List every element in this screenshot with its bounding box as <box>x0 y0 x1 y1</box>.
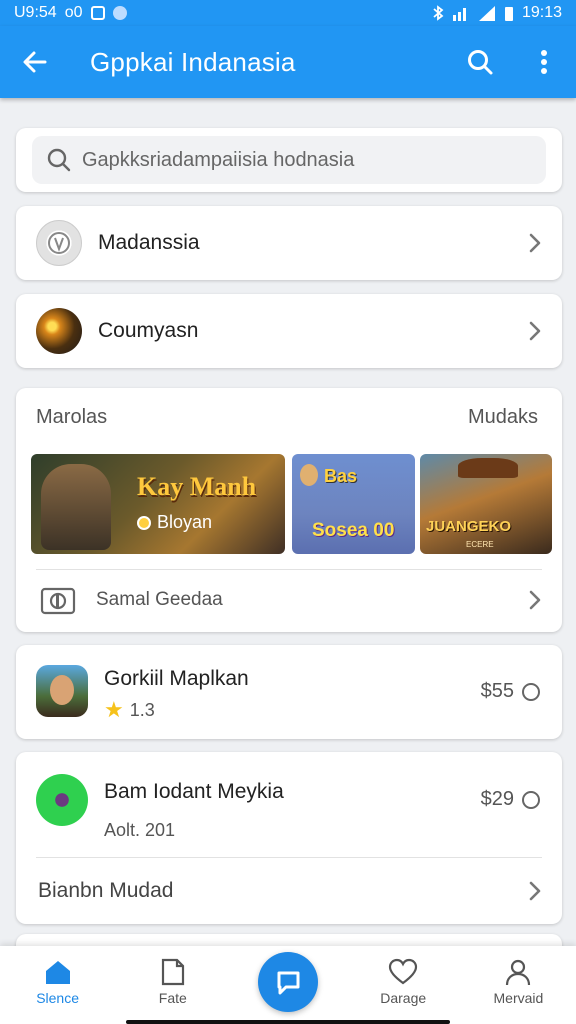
app-name[interactable]: Bam Iodant Meykia <box>104 780 284 804</box>
banner-tag: ECERE <box>466 540 494 549</box>
search-button[interactable] <box>448 26 512 98</box>
heart-icon <box>389 958 418 985</box>
search-icon <box>47 148 71 172</box>
nav-fate[interactable]: Fate <box>115 946 230 1024</box>
section-header: Marolas Mudaks <box>36 406 538 429</box>
page-title: Gppkai Indanasia <box>90 46 296 77</box>
banner-sub: Bloyan <box>137 512 212 533</box>
search-card <box>16 128 562 192</box>
status-dot-icon <box>112 6 127 20</box>
app-rating: ★ 1.3 <box>104 697 155 723</box>
app-bar: Gppkai Indanasia <box>0 26 576 98</box>
app-icon[interactable] <box>36 774 88 826</box>
chevron-right-icon <box>529 321 541 341</box>
list-row-madanssia[interactable]: Madanssia <box>16 206 562 280</box>
avatar <box>36 220 82 266</box>
chat-icon <box>277 971 300 995</box>
nav-mervaid[interactable]: Mervaid <box>461 946 576 1024</box>
home-indicator <box>126 1020 450 1024</box>
app-bar-actions <box>448 26 576 98</box>
banner-headline: Kay Manh <box>137 472 257 501</box>
nav-label: Mervaid <box>493 990 544 1006</box>
chevron-right-icon <box>529 233 541 253</box>
nav-label: Darage <box>380 990 427 1006</box>
home-icon <box>45 961 70 984</box>
signal-2-icon <box>478 6 495 21</box>
list-row-coumyasn[interactable]: Coumyasn <box>16 294 562 368</box>
center-action-button[interactable] <box>258 952 318 1012</box>
banner-sub-text: Bloyan <box>157 512 213 532</box>
row-label: Coumyasn <box>98 319 199 342</box>
character-face <box>300 464 318 486</box>
search-icon <box>468 50 493 75</box>
section-footer-label: Samal Geedaa <box>96 589 223 610</box>
nav-label: Fate <box>158 990 187 1006</box>
badge-icon <box>48 232 70 254</box>
radio-button[interactable] <box>522 790 540 809</box>
section-more-link[interactable]: Mudaks <box>468 406 538 429</box>
character-hat <box>458 458 518 478</box>
banner-3[interactable]: JUANGEKO ECERE <box>420 454 552 554</box>
chevron-right-icon <box>529 881 541 901</box>
status-left: U9:54 o0 <box>14 4 127 22</box>
app-icon <box>36 665 88 717</box>
nav-home[interactable]: Slence <box>0 946 115 1024</box>
status-right: 19:13 <box>432 4 562 22</box>
coin-icon <box>137 515 151 530</box>
bluetooth-icon <box>433 5 444 21</box>
row-label: Madanssia <box>98 231 200 254</box>
nav-darage[interactable]: Darage <box>346 946 461 1024</box>
search-input[interactable] <box>82 148 522 172</box>
signal-icon <box>452 8 466 21</box>
star-icon: ★ <box>104 697 124 722</box>
section-footer-row[interactable]: Samal Geedaa <box>40 578 544 622</box>
banner-1[interactable]: Kay Manh Bloyan <box>31 454 285 554</box>
app-price: $55 <box>481 680 540 703</box>
app-footer-label: Bianbn Mudad <box>38 879 174 902</box>
nav-center[interactable] <box>230 946 345 1024</box>
nav-label: Slence <box>36 990 79 1006</box>
banner-title: JUANGEKO <box>426 518 512 535</box>
price-value: $29 <box>480 788 514 810</box>
rating-value: 1.3 <box>129 699 155 720</box>
notification-icon <box>90 6 105 20</box>
more-vertical-icon <box>541 50 547 74</box>
banner-bottom-text: Sosea 00 <box>312 520 395 541</box>
app-footer-row[interactable]: Bianbn Mudad <box>38 867 544 915</box>
price-value: $55 <box>480 680 514 702</box>
battery-icon <box>504 7 513 21</box>
radio-button[interactable] <box>522 682 540 701</box>
app-name: Gorkiil Maplkan <box>104 667 249 690</box>
app-item-gorkiil[interactable]: Gorkiil Maplkan ★ 1.3 $55 <box>16 645 562 739</box>
document-icon <box>161 958 184 986</box>
more-button[interactable] <box>512 26 576 98</box>
status-bar: U9:54 o0 19:13 <box>0 0 576 26</box>
app-sub: Aolt. 201 <box>104 820 176 840</box>
banner-top-text: Bas <box>324 466 358 486</box>
soldier-figure <box>41 464 111 550</box>
status-text: U9:54 <box>14 4 57 21</box>
person-icon <box>506 959 531 986</box>
avatar <box>36 308 82 354</box>
status-time: 19:13 <box>521 4 562 21</box>
arrow-left-icon <box>23 51 47 73</box>
app-price: $29 <box>481 788 540 811</box>
section-title: Marolas <box>36 406 108 428</box>
search-box[interactable] <box>32 136 546 184</box>
featured-section: Marolas Mudaks Kay Manh Bloyan Bas Sosea… <box>16 388 562 632</box>
divider <box>36 569 542 570</box>
back-button[interactable] <box>0 26 70 98</box>
camera-icon <box>40 587 76 615</box>
app-item-bam: Bam Iodant Meykia Aolt. 201 $29 Bianbn M… <box>16 752 562 924</box>
banner-2[interactable]: Bas Sosea 00 <box>292 454 415 554</box>
chevron-right-icon <box>529 590 541 610</box>
divider <box>36 857 542 858</box>
bottom-nav: Slence Fate Darage Mervaid <box>0 946 576 1024</box>
status-extra: o0 <box>64 4 83 21</box>
